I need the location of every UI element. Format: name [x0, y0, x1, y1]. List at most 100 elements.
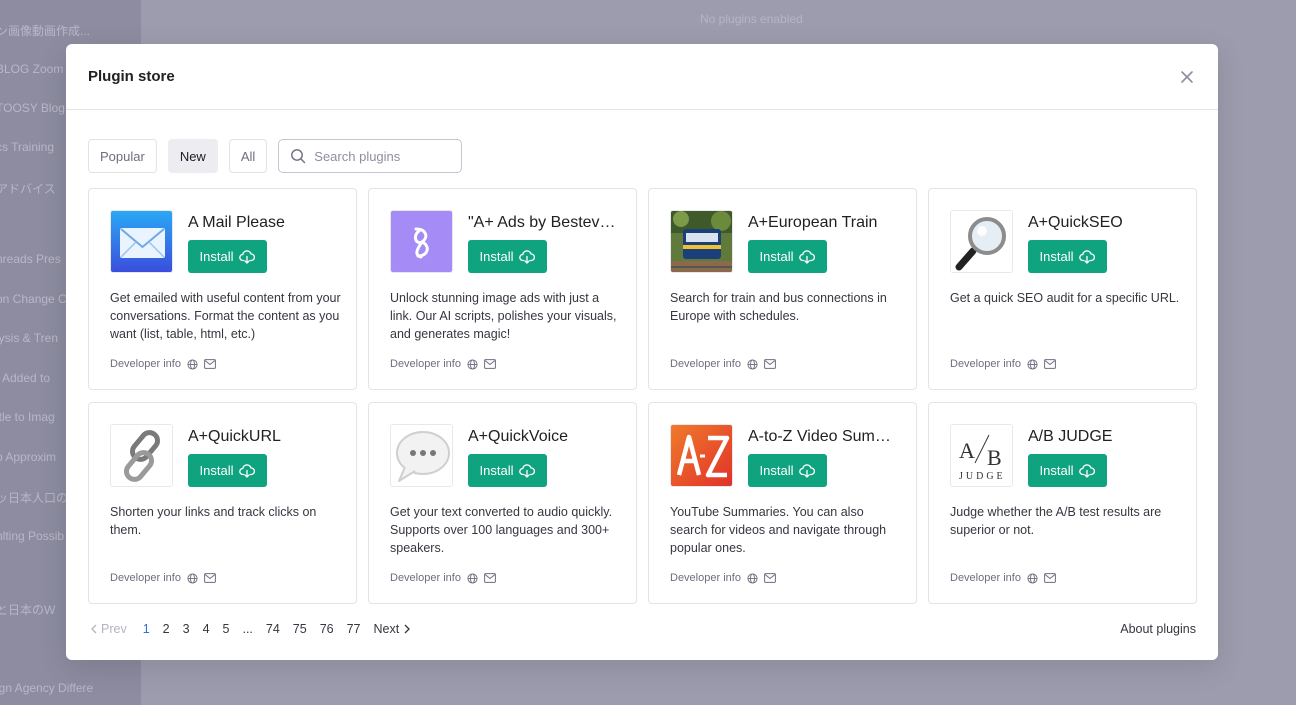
install-button[interactable]: Install: [748, 454, 827, 487]
website-link[interactable]: [747, 572, 758, 584]
plugin-card: A Mail Please Install Get emailed with u…: [88, 188, 357, 390]
developer-info: Developer info: [390, 358, 496, 370]
website-link[interactable]: [1027, 358, 1038, 370]
developer-info-label: Developer info: [110, 572, 181, 584]
filter-popular[interactable]: Popular: [88, 139, 157, 173]
website-link[interactable]: [1027, 572, 1038, 584]
email-link[interactable]: [204, 359, 216, 369]
plugin-name: A+European Train: [748, 214, 878, 231]
filter-new[interactable]: New: [167, 139, 218, 173]
email-link[interactable]: [204, 573, 216, 583]
mail-icon: [204, 573, 216, 583]
page-link[interactable]: 3: [183, 622, 190, 636]
globe-icon: [187, 572, 198, 584]
plugin-card: A B JUDGE A/B JUDGE Install Judge whether …: [928, 402, 1197, 604]
prev-page-button[interactable]: Prev: [90, 622, 127, 636]
website-link[interactable]: [747, 358, 758, 370]
cloud-download-icon: [799, 249, 816, 264]
plugin-description: Get your text converted to audio quickly…: [390, 505, 613, 555]
website-link[interactable]: [187, 572, 198, 584]
developer-info-label: Developer info: [670, 358, 741, 370]
globe-icon: [747, 572, 758, 584]
filter-all[interactable]: All: [228, 139, 268, 173]
website-link[interactable]: [187, 358, 198, 370]
plugin-description: YouTube Summaries. You can also search f…: [670, 505, 887, 555]
mail-icon: [1044, 573, 1056, 583]
install-button[interactable]: Install: [188, 240, 267, 273]
plugin-description: Judge whether the A/B test results are s…: [950, 505, 1162, 537]
email-link[interactable]: [1044, 573, 1056, 583]
modal-title: Plugin store: [88, 68, 175, 85]
filter-bar: Popular New All: [88, 139, 463, 173]
chevron-left-icon: [91, 624, 97, 634]
next-page-button[interactable]: Next: [374, 622, 412, 636]
mail-icon: [764, 573, 776, 583]
mail-icon: [1044, 359, 1056, 369]
page-link[interactable]: 75: [293, 622, 307, 636]
cloud-download-icon: [799, 463, 816, 478]
install-button[interactable]: Install: [1028, 240, 1107, 273]
sidebar-item: ン画像動画作成...: [0, 24, 91, 38]
enabled-plugins-status: No plugins enabled: [700, 12, 803, 26]
page-link[interactable]: 1: [143, 622, 150, 636]
plugin-store-modal: Plugin store Popular New All A Mail Plea…: [66, 44, 1218, 660]
globe-icon: [467, 358, 478, 370]
email-link[interactable]: [1044, 359, 1056, 369]
page-link[interactable]: 4: [203, 622, 210, 636]
search-box[interactable]: [278, 139, 463, 173]
plugin-card: A+QuickURL Install Shorten your links an…: [88, 402, 357, 604]
plugin-name: A/B JUDGE: [1028, 428, 1113, 445]
page-link[interactable]: 77: [347, 622, 361, 636]
speech-bubble-icon: [390, 424, 453, 487]
plugin-card: A-to-Z Video Summary Install YouTube Sum…: [648, 402, 917, 604]
email-link[interactable]: [484, 359, 496, 369]
train-photo: [670, 210, 733, 273]
mail-icon: [764, 359, 776, 369]
email-link[interactable]: [484, 573, 496, 583]
install-button[interactable]: Install: [188, 454, 267, 487]
page-link[interactable]: 2: [163, 622, 170, 636]
plugin-card: A+QuickVoice Install Get your text conve…: [368, 402, 637, 604]
website-link[interactable]: [467, 572, 478, 584]
install-button[interactable]: Install: [468, 454, 547, 487]
website-link[interactable]: [467, 358, 478, 370]
developer-info-label: Developer info: [390, 572, 461, 584]
install-label: Install: [759, 249, 794, 264]
chain-link-icon: [110, 424, 173, 487]
about-plugins-link[interactable]: About plugins: [1120, 622, 1196, 636]
sidebar-item: ign Agency Differe: [0, 681, 94, 695]
email-link[interactable]: [764, 573, 776, 583]
chevron-right-icon: [404, 624, 411, 634]
cloud-download-icon: [519, 463, 536, 478]
cloud-download-icon: [239, 463, 256, 478]
plugin-description: Get emailed with useful content from you…: [110, 291, 341, 341]
plugin-description: Search for train and bus connections in …: [670, 291, 887, 323]
page-link[interactable]: 5: [223, 622, 230, 636]
magnifier-icon: [950, 210, 1013, 273]
page-ellipsis: ...: [242, 622, 253, 636]
developer-info: Developer info: [110, 572, 216, 584]
mail-icon: [204, 359, 216, 369]
plugin-name: A+QuickSEO: [1028, 214, 1123, 231]
svg-text:JUDGE: JUDGE: [959, 471, 1006, 482]
developer-info-label: Developer info: [950, 358, 1021, 370]
globe-icon: [467, 572, 478, 584]
install-button[interactable]: Install: [468, 240, 547, 273]
developer-info: Developer info: [950, 572, 1056, 584]
close-button[interactable]: [1178, 68, 1196, 86]
install-label: Install: [199, 249, 234, 264]
cloud-download-icon: [239, 249, 256, 264]
cloud-download-icon: [1079, 463, 1096, 478]
plugin-name: A-to-Z Video Summary: [748, 428, 898, 445]
developer-info-label: Developer info: [950, 572, 1021, 584]
plugin-name: A Mail Please: [188, 214, 285, 231]
globe-icon: [1027, 572, 1038, 584]
email-link[interactable]: [764, 359, 776, 369]
plugin-description: Unlock stunning image ads with just a li…: [390, 291, 617, 341]
plugin-name: A+QuickURL: [188, 428, 281, 445]
install-button[interactable]: Install: [748, 240, 827, 273]
page-link[interactable]: 74: [266, 622, 280, 636]
install-button[interactable]: Install: [1028, 454, 1107, 487]
page-link[interactable]: 76: [320, 622, 334, 636]
search-input[interactable]: [314, 148, 455, 164]
